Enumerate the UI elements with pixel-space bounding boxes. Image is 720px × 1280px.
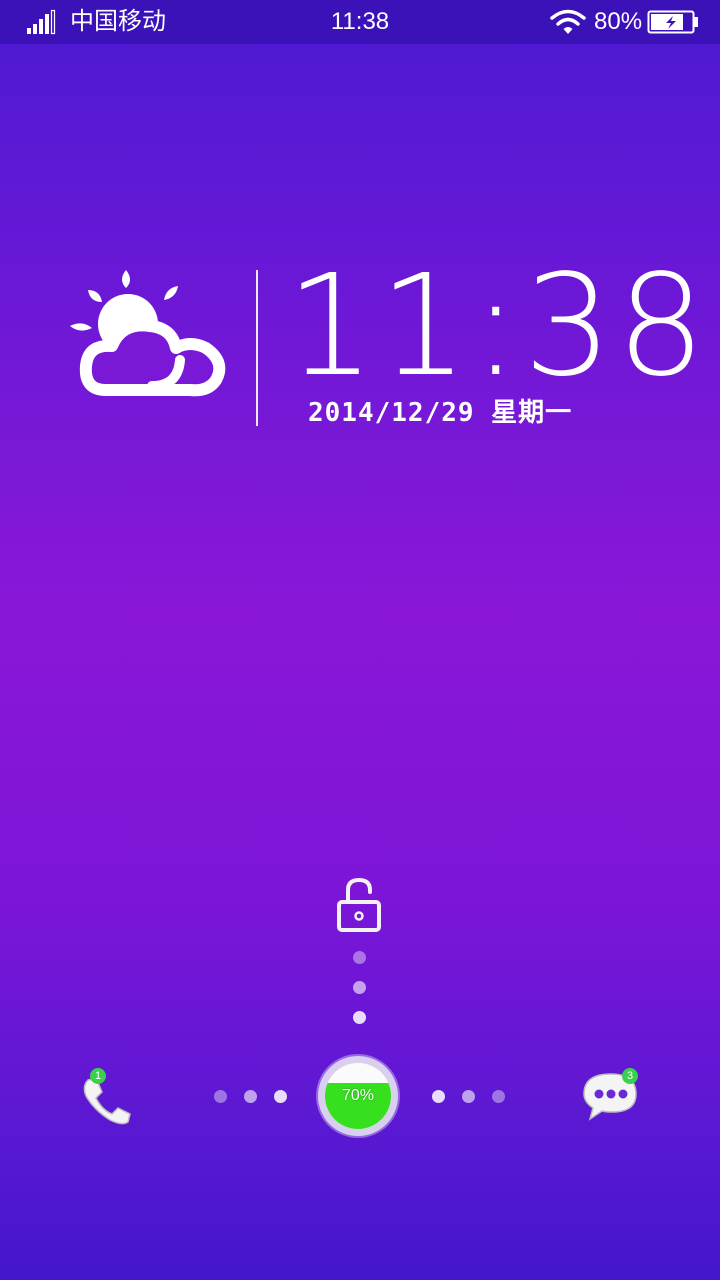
battery-unlock-handle[interactable]: 70% bbox=[318, 1056, 398, 1136]
battery-charging-icon bbox=[647, 10, 698, 34]
battery-level-indicator: 70% bbox=[325, 1063, 391, 1129]
battery-level-label: 70% bbox=[341, 1087, 375, 1104]
unlock-hint-dot bbox=[353, 981, 366, 994]
swipe-hint-dot bbox=[214, 1090, 227, 1103]
status-bar: 中国移动 11:38 80% bbox=[0, 0, 720, 44]
unlock-hint-dot bbox=[353, 1011, 366, 1024]
swipe-hint-dot bbox=[462, 1090, 475, 1103]
swipe-hint-dot bbox=[432, 1090, 445, 1103]
unlock-hint-dot bbox=[353, 951, 366, 964]
clock-divider bbox=[256, 270, 258, 426]
messages-badge: 3 bbox=[622, 1068, 638, 1084]
phone-shortcut[interactable]: 1 bbox=[74, 1068, 136, 1128]
lockscreen-date: 2014/12/29 星期一 bbox=[308, 398, 573, 428]
lockscreen-clock: 11:38 bbox=[286, 245, 710, 408]
swipe-hint-dot bbox=[244, 1090, 257, 1103]
phone-badge: 1 bbox=[90, 1068, 106, 1084]
carrier-name: 中国移动 bbox=[70, 8, 166, 35]
unlocked-padlock-icon[interactable] bbox=[334, 876, 384, 934]
wifi-icon bbox=[550, 9, 586, 34]
messages-shortcut[interactable]: 3 bbox=[578, 1066, 644, 1126]
battery-percent: 80% bbox=[594, 8, 643, 35]
signal-icon bbox=[27, 9, 56, 35]
swipe-hint-dot bbox=[274, 1090, 287, 1103]
swipe-hint-dot bbox=[492, 1090, 505, 1103]
partly-cloudy-icon bbox=[70, 270, 226, 397]
